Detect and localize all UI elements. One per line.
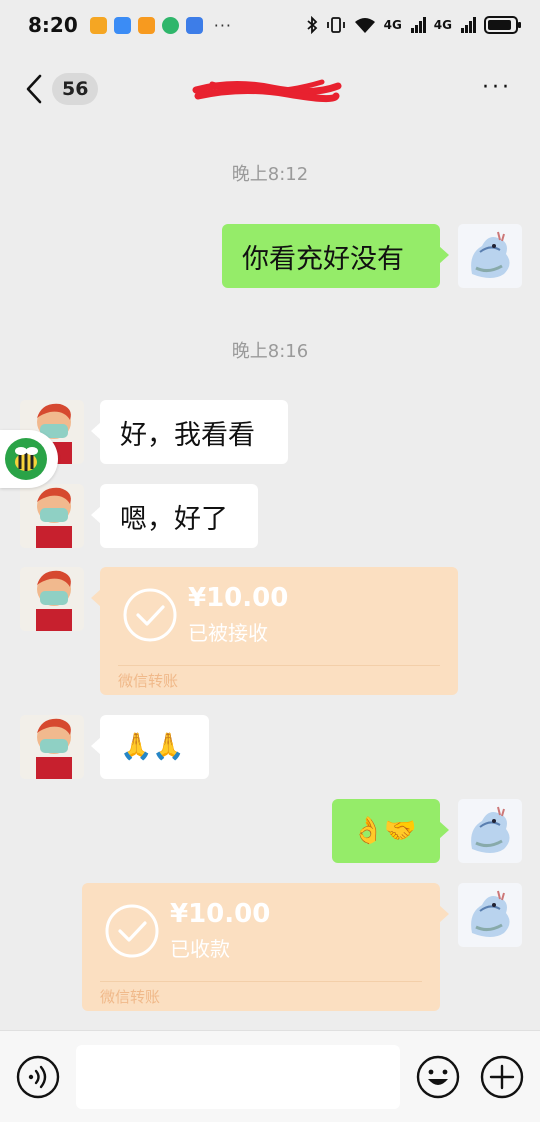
voice-icon[interactable] xyxy=(16,1055,60,1099)
message-input[interactable] xyxy=(76,1045,400,1109)
floating-widget[interactable] xyxy=(0,430,58,488)
transfer-amount: ¥10.00 xyxy=(188,583,289,613)
message-bubble-received[interactable]: 嗯，好了 xyxy=(91,484,258,548)
transfer-footer: 微信转账 xyxy=(100,988,161,1006)
battery-level xyxy=(488,20,512,30)
transfer-card[interactable]: ¥10.00 已收款 微信转账 xyxy=(82,883,449,1011)
chat-header: 56 ··· xyxy=(0,58,540,120)
divider xyxy=(118,665,440,666)
status-right: 4G 4G xyxy=(306,16,521,34)
ai-app-icon xyxy=(113,16,131,34)
cartoon-player-avatar-icon xyxy=(20,715,84,779)
dragon-avatar-icon xyxy=(458,224,522,288)
notification-app-icon xyxy=(89,16,107,34)
message-bubble-sent[interactable]: 你看充好没有 xyxy=(222,224,449,288)
bee-icon xyxy=(5,438,47,480)
more-dots-icon[interactable]: ··· xyxy=(482,77,512,99)
status-bar: 8:20 ··· 4G 4G xyxy=(0,0,540,50)
status-time: 8:20 xyxy=(28,13,78,37)
status-app-icons: ··· xyxy=(89,15,233,35)
dragon-avatar-icon xyxy=(458,883,522,947)
wifi-icon xyxy=(354,18,375,33)
divider xyxy=(100,981,422,982)
transfer-status: 已被接收 xyxy=(188,621,268,645)
check-circle-icon xyxy=(123,588,177,642)
transfer-card[interactable]: ¥10.00 已被接收 微信转账 xyxy=(91,567,458,695)
signal-2-icon xyxy=(461,17,476,33)
plus-icon[interactable] xyxy=(480,1055,524,1099)
check-circle-icon xyxy=(105,904,159,958)
timestamp: 晚上8:16 xyxy=(231,341,309,362)
signal-1-icon xyxy=(410,17,426,33)
dragon-avatar-icon xyxy=(458,799,522,863)
signal-2-label: 4G xyxy=(433,18,452,32)
chevron-left-icon[interactable] xyxy=(20,72,50,106)
input-bar xyxy=(0,1030,540,1122)
signal-1-label: 4G xyxy=(383,18,402,32)
my-avatar[interactable] xyxy=(458,799,522,863)
my-avatar[interactable] xyxy=(458,224,522,288)
status-more-icon: ··· xyxy=(213,15,233,35)
my-avatar[interactable] xyxy=(458,883,522,947)
vibrate-icon xyxy=(326,17,345,33)
contact-avatar[interactable] xyxy=(20,567,84,631)
transfer-status: 已收款 xyxy=(170,937,230,961)
transfer-footer: 微信转账 xyxy=(118,672,179,690)
emoji-icon[interactable] xyxy=(416,1055,460,1099)
message-bubble-received[interactable]: 好，我看看 xyxy=(91,400,288,464)
contact-avatar[interactable] xyxy=(20,715,84,779)
browser-app-icon xyxy=(161,16,179,34)
cartoon-player-avatar-icon xyxy=(20,567,84,631)
unread-count-badge[interactable]: 56 xyxy=(52,73,99,105)
orange-app-icon xyxy=(137,16,155,34)
puzzle-app-icon xyxy=(185,16,203,34)
redaction-scribble xyxy=(192,79,342,103)
cartoon-player-avatar-icon xyxy=(20,484,84,548)
timestamp: 晚上8:12 xyxy=(231,164,309,185)
battery-icon xyxy=(484,16,521,34)
transfer-amount: ¥10.00 xyxy=(170,899,271,929)
contact-avatar[interactable] xyxy=(20,484,84,548)
message-bubble-received[interactable]: 🙏🙏 xyxy=(91,715,209,779)
message-bubble-sent[interactable]: 👌🤝 xyxy=(332,799,449,863)
bluetooth-icon xyxy=(307,16,317,34)
